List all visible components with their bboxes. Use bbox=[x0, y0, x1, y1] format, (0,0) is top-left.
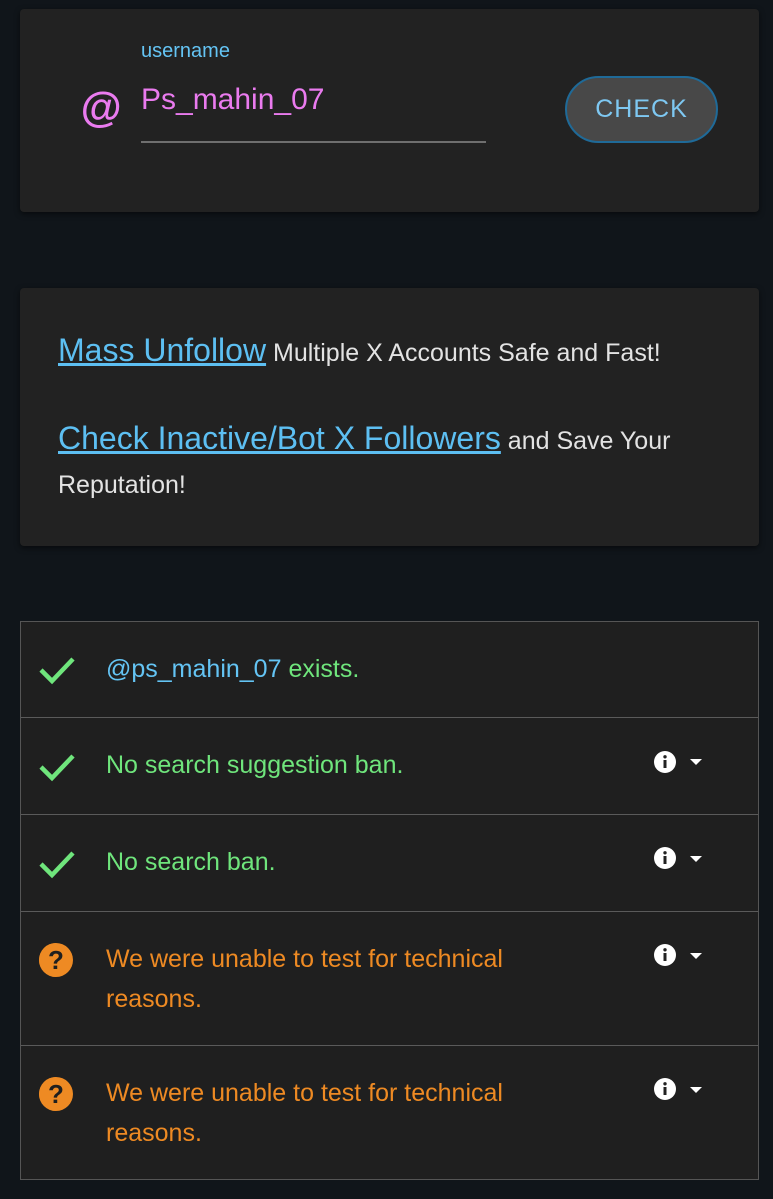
check-inactive-followers-link[interactable]: Check Inactive/Bot X Followers bbox=[58, 420, 501, 456]
question-icon: ? bbox=[39, 1077, 73, 1114]
mass-unfollow-link[interactable]: Mass Unfollow bbox=[58, 332, 266, 368]
username-input[interactable] bbox=[141, 82, 485, 118]
username-label: username bbox=[141, 40, 230, 62]
chevron-down-icon[interactable] bbox=[690, 759, 702, 765]
at-symbol: @ bbox=[80, 84, 121, 131]
result-text-exists: @ps_mahin_07 exists. bbox=[106, 649, 546, 689]
username-input-underline bbox=[141, 141, 486, 143]
promo-line-mass-unfollow: Mass Unfollow Multiple X Accounts Safe a… bbox=[58, 328, 726, 375]
check-icon bbox=[39, 754, 75, 782]
chevron-down-icon[interactable] bbox=[690, 953, 702, 959]
check-button[interactable]: CHECK bbox=[565, 76, 718, 143]
promo-line-inactive-followers: Check Inactive/Bot X Followers and Save … bbox=[58, 416, 726, 507]
result-text-technical-1: We were unable to test for technical rea… bbox=[106, 945, 503, 1013]
chevron-down-icon[interactable] bbox=[690, 1087, 702, 1093]
check-icon bbox=[39, 851, 75, 879]
result-text-technical-2: We were unable to test for technical rea… bbox=[106, 1079, 503, 1147]
info-icon[interactable] bbox=[653, 1077, 677, 1101]
result-handle: @ps_mahin_07 bbox=[106, 655, 282, 683]
svg-text:?: ? bbox=[48, 945, 64, 975]
svg-text:?: ? bbox=[48, 1079, 64, 1109]
chevron-down-icon[interactable] bbox=[690, 856, 702, 862]
result-exists-label: exists. bbox=[281, 655, 360, 683]
check-icon bbox=[39, 657, 75, 685]
result-text-search-ban: No search ban. bbox=[106, 848, 276, 876]
question-icon: ? bbox=[39, 943, 73, 980]
info-icon[interactable] bbox=[653, 943, 677, 967]
info-icon[interactable] bbox=[653, 846, 677, 870]
info-icon[interactable] bbox=[653, 750, 677, 774]
promo-line1-text: Multiple X Accounts Safe and Fast! bbox=[266, 339, 661, 367]
result-text-search-suggestion-ban: No search suggestion ban. bbox=[106, 751, 404, 779]
